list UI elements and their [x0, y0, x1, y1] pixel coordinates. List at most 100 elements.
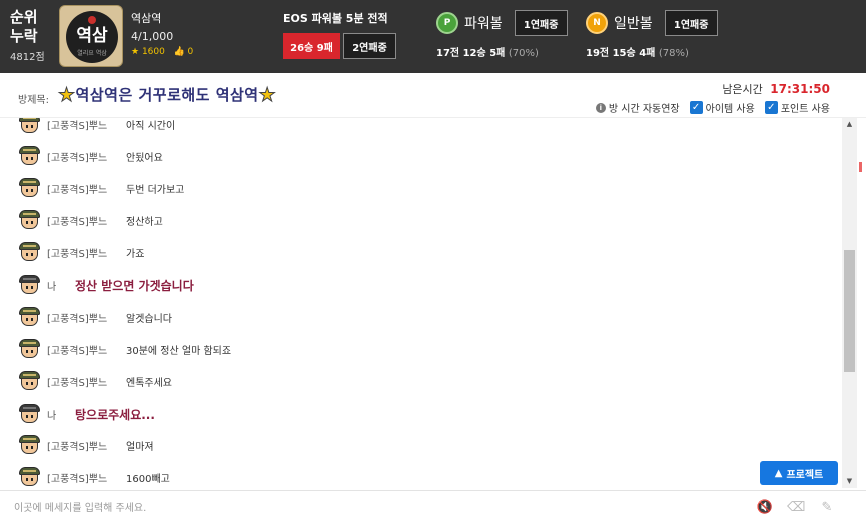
avatar[interactable] — [18, 467, 41, 487]
chat-nickname[interactable]: [고풍격S]뿌느 — [47, 438, 120, 453]
powerball-record: 17전 12승 5패 (70%) — [436, 44, 568, 59]
chat-text: 엔톡주세요 — [126, 377, 172, 389]
chat-text: 탕으로주세요... — [75, 407, 155, 422]
chat-input-bar: 🔇 ⌫ ✎ — [0, 490, 866, 524]
chat-message-me: 나 정산 받으면 가겟습니다 — [18, 274, 194, 296]
chat-message-me: 나 탕으로주세요... — [18, 403, 155, 425]
chat-text: 30분에 정산 얼마 함되죠 — [126, 345, 232, 357]
point-use-checkbox[interactable]: ✓ 포인트 사용 — [764, 100, 830, 115]
room-name: 역삼역 — [131, 12, 162, 25]
auto-extend-option[interactable]: i 방 시간 자동연장 — [595, 100, 680, 115]
avatar[interactable] — [18, 371, 41, 391]
scroll-up-arrow-icon[interactable]: ▲ — [845, 120, 854, 129]
normalball-record-text: 19전 15승 4패 — [586, 48, 656, 59]
avatar[interactable] — [18, 435, 41, 455]
eos-title: EOS 파워볼 5분 전적 — [283, 12, 388, 25]
eraser-icon[interactable]: ⌫ — [787, 500, 805, 516]
chat-message: [고풍격S]뿌느 가죠 — [18, 241, 144, 263]
chat-nickname[interactable]: [고풍격S]뿌느 — [47, 310, 120, 325]
item-use-label: 아이템 사용 — [705, 104, 755, 115]
rank-line2: 누락 — [10, 27, 38, 45]
normalball-record: 19전 15승 4패 (78%) — [586, 44, 718, 59]
checkbox-checked-icon[interactable]: ✓ — [764, 101, 778, 114]
avatar[interactable] — [18, 118, 41, 134]
powerball-name: 파워볼 — [464, 16, 503, 32]
powerball-badge-icon: P — [436, 12, 458, 34]
magic-wand-icon[interactable]: ✎ — [818, 500, 836, 516]
caret-up-icon: ▲ — [774, 467, 783, 479]
chat-nickname[interactable]: [고풍격S]뿌느 — [47, 470, 120, 485]
room-title-bar: 방제목: ★ 역삼역은 거꾸로해도 역삼역 ★ 남은시간 17:31:50 i … — [0, 73, 866, 118]
info-icon: i — [595, 102, 606, 113]
item-use-checkbox[interactable]: ✓ 아이템 사용 — [689, 100, 755, 115]
chat-scrollbar[interactable]: ▲ ▼ — [842, 118, 857, 488]
gutter-marker — [859, 162, 862, 172]
normalball-stats: N 일반볼 1연패중 19전 15승 4패 (78%) — [586, 10, 718, 59]
chat-message: [고풍격S]뿌느 두번 더가보고 — [18, 177, 184, 199]
chat-text: 얼마져 — [126, 441, 154, 453]
speaker-mute-icon[interactable]: 🔇 — [756, 500, 774, 516]
remaining-time-label: 남은시간 — [722, 83, 763, 96]
chat-nickname[interactable]: [고풍격S]뿌느 — [47, 342, 120, 357]
chat-message-list: [고풍격S]뿌느 아직 시간이 [고풍격S]뿌느 안됬어요 [고풍격S]뿌느 두… — [0, 118, 842, 488]
chat-message: [고풍격S]뿌느 안됬어요 — [18, 145, 163, 167]
chat-message: [고풍격S]뿌느 엔톡주세요 — [18, 370, 172, 392]
chat-message: [고풍격S]뿌느 아직 시간이 — [18, 118, 175, 135]
chat-text: 1600빼고 — [126, 473, 170, 485]
avatar[interactable] — [18, 275, 41, 295]
chat-nickname[interactable]: [고풍격S]뿌느 — [47, 118, 120, 132]
remaining-time-value: 17:31:50 — [770, 82, 830, 96]
chat-nickname[interactable]: [고풍격S]뿌느 — [47, 149, 120, 164]
chat-nickname[interactable]: [고풍격S]뿌느 — [47, 213, 120, 228]
logo-text: 역삼 — [76, 26, 108, 46]
room-title: ★ 역삼역은 거꾸로해도 역삼역 ★ — [58, 83, 277, 106]
powerball-streak-button[interactable]: 1연패중 — [514, 10, 568, 36]
chat-nickname[interactable]: [고풍격S]뿌느 — [47, 245, 120, 260]
star-count: 1600 — [141, 47, 165, 57]
avatar[interactable] — [18, 242, 41, 262]
rank-points: 4812점 — [10, 52, 45, 63]
chat-text: 안됬어요 — [126, 152, 163, 164]
protect-button[interactable]: ▲ 프로젝트 — [760, 461, 838, 485]
chat-text: 아직 시간이 — [126, 120, 176, 132]
avatar[interactable] — [18, 404, 41, 424]
point-use-label: 포인트 사용 — [780, 104, 830, 115]
logo-subtext: 열리요 역삼 — [77, 50, 107, 57]
protect-button-label: 프로젝트 — [786, 469, 824, 481]
member-count: 4/1,000 — [131, 30, 174, 43]
rank-line1: 순위 — [10, 8, 38, 26]
thumbs-up-icon: 👍 — [173, 47, 185, 57]
eos-streak-button[interactable]: 2연패중 — [343, 33, 396, 59]
chat-message-input[interactable] — [14, 499, 714, 517]
like-count: 0 — [187, 47, 194, 57]
powerball-stats: P 파워볼 1연패중 17전 12승 5패 (70%) — [436, 10, 568, 59]
avatar[interactable] — [18, 210, 41, 230]
normalball-streak-button[interactable]: 1연패중 — [664, 10, 718, 36]
room-stats: ★ 1600 👍 0 — [131, 47, 193, 57]
avatar[interactable] — [18, 178, 41, 198]
star-icon: ★ — [131, 47, 140, 57]
eos-record: EOS 파워볼 5분 전적 26승 9패 2연패중 — [283, 10, 413, 59]
room-title-text: 역삼역은 거꾸로해도 역삼역 — [75, 86, 259, 104]
checkbox-checked-icon[interactable]: ✓ — [689, 101, 703, 114]
scroll-down-arrow-icon[interactable]: ▼ — [845, 477, 854, 486]
avatar[interactable] — [18, 339, 41, 359]
avatar[interactable] — [18, 307, 41, 327]
scrollbar-thumb[interactable] — [844, 250, 855, 372]
room-options: i 방 시간 자동연장 ✓ 아이템 사용 ✓ 포인트 사용 — [595, 100, 830, 115]
chat-text: 정산하고 — [126, 216, 163, 228]
chat-nickname[interactable]: [고풍격S]뿌느 — [47, 374, 120, 389]
logo-dot — [88, 16, 96, 24]
chat-nickname[interactable]: [고풍격S]뿌느 — [47, 181, 120, 196]
chat-message: [고풍격S]뿌느 1600빼고 — [18, 466, 170, 488]
avatar[interactable] — [18, 146, 41, 166]
chat-text: 가죠 — [126, 248, 145, 260]
chat-message: [고풍격S]뿌느 정산하고 — [18, 209, 163, 231]
powerball-record-text: 17전 12승 5패 — [436, 48, 506, 59]
chat-message: [고풍격S]뿌느 알겟습니다 — [18, 306, 172, 328]
star-icon: ★ — [58, 83, 76, 106]
chat-text: 정산 받으면 가겟습니다 — [75, 278, 194, 293]
powerball-percent: (70%) — [508, 48, 539, 59]
normalball-percent: (78%) — [658, 48, 689, 59]
eos-record-button[interactable]: 26승 9패 — [283, 33, 340, 59]
